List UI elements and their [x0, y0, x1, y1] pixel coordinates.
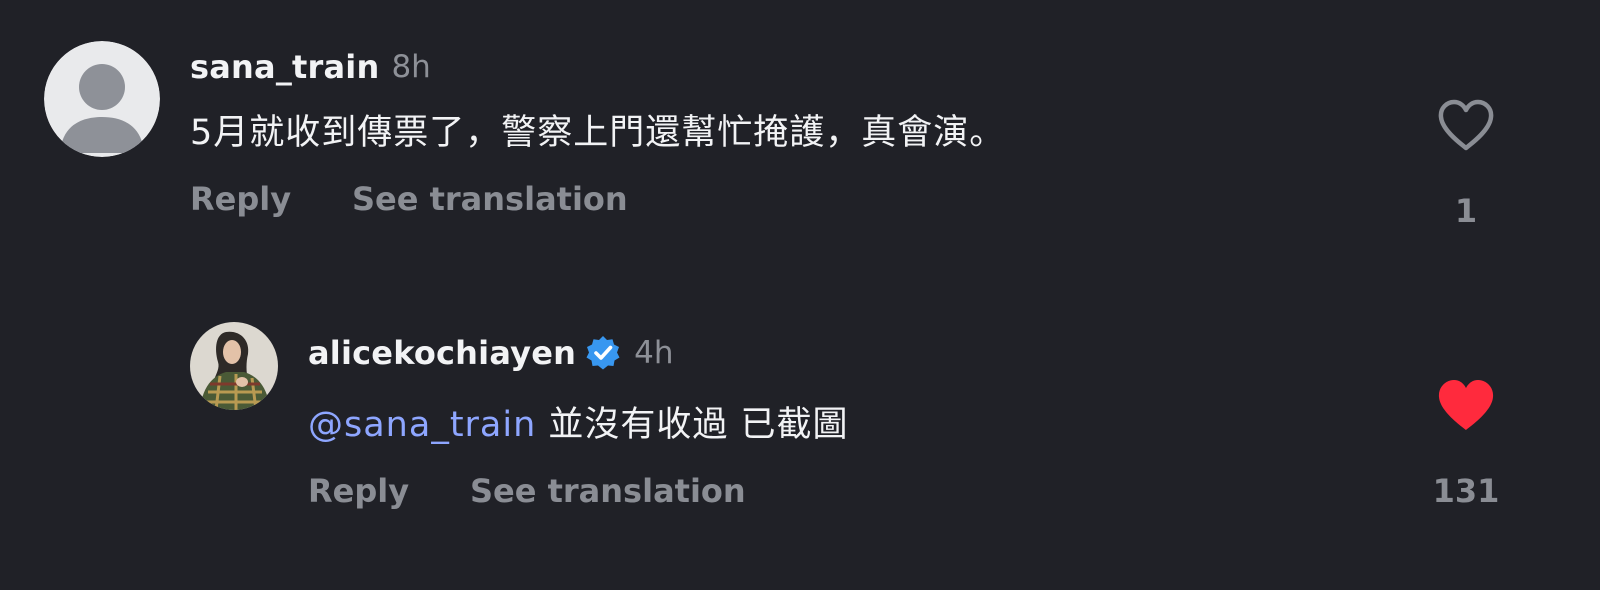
heart-outline-icon — [1438, 99, 1494, 151]
comment-header: alicekochiayen 4h — [308, 332, 673, 374]
like-button[interactable] — [1436, 98, 1496, 154]
avatar[interactable] — [190, 322, 278, 410]
see-translation-button[interactable]: See translation — [470, 472, 746, 510]
default-user-avatar-icon — [44, 41, 160, 157]
comment-body: 並沒有收過 已截圖 — [536, 405, 849, 445]
verified-badge-icon — [584, 334, 622, 372]
timestamp: 4h — [634, 335, 674, 371]
see-translation-button[interactable]: See translation — [352, 180, 628, 218]
profile-photo-avatar-icon — [190, 322, 278, 410]
comment-body: 5月就收到傳票了，警察上門還幫忙掩護，真會演。 — [190, 113, 1006, 153]
comment-header: sana_train 8h — [190, 46, 431, 88]
timestamp: 8h — [391, 49, 431, 85]
comment-text: 5月就收到傳票了，警察上門還幫忙掩護，真會演。 — [190, 104, 1005, 155]
reply-button[interactable]: Reply — [190, 180, 291, 218]
comment-text: @sana_train 並沒有收過 已截圖 — [308, 396, 849, 447]
avatar[interactable] — [44, 41, 160, 157]
username[interactable]: sana_train — [190, 48, 379, 86]
like-count: 131 — [1432, 472, 1500, 510]
mention-link[interactable]: @sana_train — [308, 405, 536, 445]
like-button[interactable] — [1436, 378, 1496, 434]
username[interactable]: alicekochiayen — [308, 334, 576, 372]
reply-button[interactable]: Reply — [308, 472, 409, 510]
like-count: 1 — [1454, 192, 1478, 230]
heart-filled-icon — [1438, 380, 1494, 430]
